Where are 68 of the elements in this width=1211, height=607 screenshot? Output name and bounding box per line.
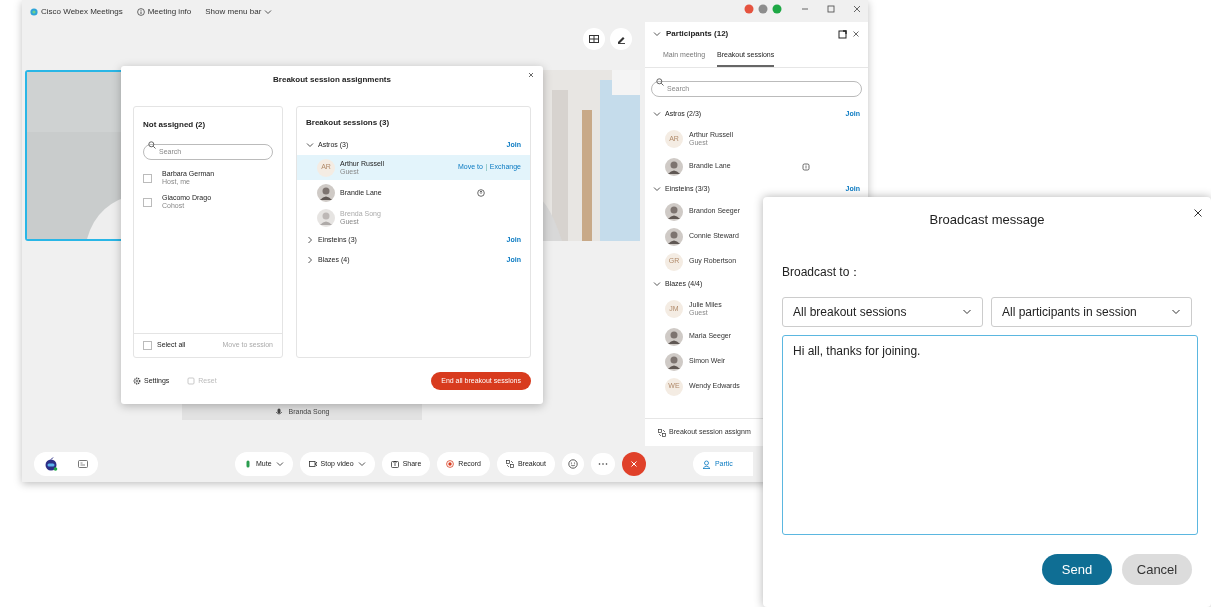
webex-logo-icon	[30, 8, 38, 16]
person-icon	[701, 459, 711, 469]
avatar-icon	[317, 208, 335, 227]
caret-icon	[1171, 307, 1181, 317]
assignment-icon[interactable]	[658, 428, 666, 437]
chevron-right-icon[interactable]	[306, 236, 314, 244]
dropdown[interactable]: All breakout sessions	[782, 297, 983, 327]
avatar-icon	[317, 183, 335, 202]
share-icon	[390, 460, 399, 468]
mic-icon	[274, 408, 283, 416]
end-call-button[interactable]	[621, 452, 646, 476]
caret-icon[interactable]	[357, 460, 366, 468]
dropdown[interactable]: All participants in session	[991, 297, 1192, 327]
dialog-title: Broadcast message	[929, 211, 1045, 230]
chevron-down-icon[interactable]	[653, 110, 661, 118]
checkbox[interactable]	[143, 197, 152, 207]
info-icon	[136, 8, 145, 16]
layout-button[interactable]	[583, 28, 605, 50]
search-icon	[148, 141, 156, 149]
show-menu-bar-button[interactable]: Show menu bar	[205, 6, 273, 18]
robot-icon[interactable]	[44, 457, 58, 471]
caret-icon[interactable]	[275, 460, 284, 468]
dialog-title: Breakout session assignments	[273, 74, 391, 86]
cancel-button[interactable]: Cancel	[1122, 554, 1192, 585]
settings-icon	[133, 377, 141, 385]
grid-icon	[589, 35, 599, 43]
avatar-icon	[665, 202, 683, 221]
collapse-icon[interactable]	[653, 30, 661, 38]
assistant-pill[interactable]	[34, 452, 98, 476]
avatar-icon	[665, 157, 683, 176]
panel-title: Participants (12)	[666, 28, 729, 40]
send-button[interactable]: Send	[1042, 554, 1112, 585]
avatar-icon	[665, 327, 683, 346]
reset-icon	[187, 377, 196, 385]
section-heading: Not assigned (2)	[143, 119, 207, 131]
status-dots-icon[interactable]	[744, 4, 782, 14]
close-icon	[629, 460, 638, 468]
record-icon	[446, 460, 455, 468]
chevron-down-icon[interactable]	[306, 141, 314, 149]
smiley-icon	[567, 459, 578, 469]
chevron-down-icon[interactable]	[653, 280, 661, 288]
app-title: Cisco Webex Meetings	[41, 6, 123, 18]
pop-out-icon[interactable]	[838, 29, 847, 39]
camera-icon	[308, 460, 317, 468]
chevron-down-icon[interactable]	[653, 185, 661, 193]
close-icon[interactable]	[1193, 208, 1203, 218]
avatar-icon	[665, 227, 683, 246]
captions-icon[interactable]	[78, 460, 88, 468]
close-icon[interactable]	[527, 71, 535, 79]
pen-icon	[616, 34, 626, 44]
close-icon[interactable]	[852, 30, 860, 38]
checkbox[interactable]	[143, 341, 152, 350]
chevron-down-icon[interactable]	[264, 8, 273, 16]
checkbox[interactable]	[143, 173, 152, 183]
reactions-button[interactable]	[561, 453, 584, 475]
breakout-icon	[505, 460, 514, 468]
field-label: Broadcast to：	[782, 264, 863, 281]
caret-icon	[962, 307, 972, 317]
section-heading: Breakout sessions (3)	[305, 117, 391, 129]
chevron-right-icon[interactable]	[306, 256, 314, 264]
meeting-info-button[interactable]: Meeting info	[147, 6, 192, 18]
mic-icon	[244, 460, 252, 468]
search-icon	[656, 78, 664, 86]
more-icon	[597, 462, 608, 466]
maximize-icon[interactable]	[826, 4, 836, 14]
avatar-icon	[665, 352, 683, 371]
annotate-button[interactable]	[610, 28, 632, 50]
message-field[interactable]: Hi all, thanks for joining.	[782, 335, 1198, 535]
